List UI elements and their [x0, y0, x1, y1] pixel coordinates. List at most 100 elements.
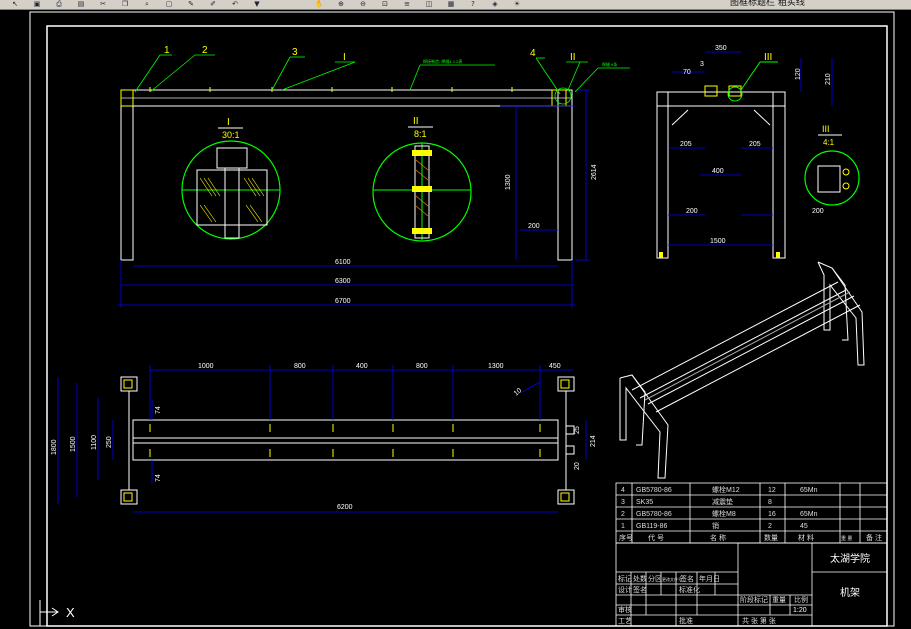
weld-note: 焊接制造, 焊缝4 2-2表	[423, 58, 462, 64]
copy-icon[interactable]: ❐	[118, 0, 132, 8]
drawing-canvas[interactable]: 6100 6300 6700 200 1300 2614 1 2 3 I 4 I…	[0, 10, 911, 629]
dim-400-plan: 400	[356, 363, 368, 370]
dim-800-b: 800	[416, 363, 428, 370]
dim-205-left: 205	[680, 141, 692, 148]
bom-header-no: 序号	[619, 533, 633, 542]
dim-1800: 1800	[51, 439, 58, 455]
dim-800: 800	[294, 363, 306, 370]
zoom-window-icon[interactable]: ⊡	[378, 0, 392, 8]
bom-cell-material: 65Mn	[800, 511, 818, 518]
svg-text:标准化: 标准化	[679, 585, 700, 594]
svg-text:8:1: 8:1	[414, 129, 427, 139]
bom-header-qty: 数量	[764, 533, 778, 542]
lightbulb-icon[interactable]: ☀	[510, 0, 524, 8]
bom-header-material: 材 料	[798, 533, 814, 542]
bom-header-remark: 备 注	[866, 533, 882, 542]
svg-text:阶段标记: 阶段标记	[740, 595, 768, 604]
dim-6300: 6300	[335, 278, 351, 285]
bom-cell-no: 2	[621, 511, 625, 518]
arrow-icon[interactable]: ↖	[8, 0, 22, 8]
svg-text:共 张 第 张: 共 张 第 张	[742, 616, 776, 625]
layer-icon[interactable]: ◫	[422, 0, 436, 8]
zoom-out-icon[interactable]: ⊖	[356, 0, 370, 8]
cut-icon[interactable]: ✂	[96, 0, 110, 8]
dim-205-right: 205	[749, 141, 761, 148]
bom-cell-qty: 12	[768, 487, 776, 494]
svg-text:分区: 分区	[648, 574, 662, 583]
bom-header-weight: 重 量	[841, 535, 852, 542]
svg-text:III: III	[822, 124, 830, 134]
dim-200: 200	[528, 223, 540, 230]
bom-cell-material: 65Mn	[800, 487, 818, 494]
bom-cell-no: 1	[621, 523, 625, 530]
dim-1000: 1000	[198, 363, 214, 370]
bom-cell-code: GB119-86	[636, 523, 667, 530]
svg-text:签名: 签名	[633, 585, 647, 594]
dim-74-top: 74	[155, 406, 162, 414]
dim-1100: 1100	[91, 435, 98, 450]
pan-icon[interactable]: ✋	[312, 0, 326, 8]
svg-text:标记: 标记	[618, 574, 632, 583]
dim-1500-side: 1500	[710, 238, 726, 245]
layers-stack-icon[interactable]: ◈	[488, 0, 502, 8]
help-icon[interactable]: ?	[466, 0, 480, 8]
dim-350: 350	[715, 45, 727, 52]
scale-value: 1:20	[793, 607, 807, 614]
balloon-3: 3	[292, 47, 298, 58]
dim-450: 450	[549, 363, 561, 370]
dim-2614: 2614	[591, 164, 598, 180]
zoom-icon[interactable]: ⌕	[140, 0, 154, 8]
svg-text:4:1: 4:1	[823, 138, 835, 147]
grid-icon[interactable]: ▦	[444, 0, 458, 8]
bom-cell-no: 4	[621, 487, 625, 494]
undo-icon[interactable]: ↶	[228, 0, 242, 8]
balloon-II: II	[570, 52, 576, 63]
bom-cell-qty: 2	[768, 523, 772, 530]
properties-icon[interactable]: ≡	[400, 0, 414, 8]
plot-icon[interactable]: ▤	[74, 0, 88, 8]
balloon-I: I	[343, 52, 346, 63]
dim-74-bottom: 74	[155, 474, 162, 482]
bom-cell-no: 3	[621, 499, 625, 506]
bom-cell-name: 螺栓M8	[712, 509, 736, 518]
pencil-icon[interactable]: ✐	[206, 0, 220, 8]
svg-text:重量: 重量	[772, 596, 786, 604]
save-icon[interactable]: ▣	[30, 0, 44, 8]
down-arrow-icon[interactable]: ▼	[250, 0, 264, 8]
svg-text:III: III	[764, 52, 772, 63]
bom-cell-code: GB5780-86	[636, 511, 672, 518]
bom-cell-code: GB5780-86	[636, 487, 672, 494]
weld-note-2: 焊缝 6条	[602, 61, 617, 67]
dim-6200: 6200	[337, 504, 353, 511]
dim-120: 120	[795, 68, 802, 80]
brush-icon[interactable]: ✎	[184, 0, 198, 8]
bom-cell-name: 螺栓M12	[712, 485, 740, 494]
bom-cell-code: SK35	[636, 499, 653, 506]
zoom-in-icon[interactable]: ⊕	[334, 0, 348, 8]
svg-text:处数: 处数	[633, 574, 647, 583]
window-icon[interactable]: ▢	[162, 0, 176, 8]
svg-text:更改文件号: 更改文件号	[662, 576, 682, 582]
standard-toolbar: ↖ ▣ ⎙ ▤ ✂ ❐ ⌕ ▢ ✎ ✐ ↶ ▼ ✋ ⊕ ⊖ ⊡ ≡ ◫ ▦? ◈ ☀ 图框标题栏 粗实线	[0, 0, 911, 10]
dim-70-top: 70	[683, 69, 691, 76]
print-icon[interactable]: ⎙	[52, 0, 66, 8]
svg-text:批准: 批准	[679, 616, 693, 625]
bom-cell-name: 减震垫	[712, 497, 733, 506]
svg-text:I: I	[227, 117, 230, 128]
svg-text:年月日: 年月日	[699, 574, 720, 583]
svg-text:II: II	[413, 116, 419, 127]
bom-cell-name: 销	[712, 521, 719, 530]
dim-25: 25	[574, 426, 581, 434]
bom-cell-qty: 8	[768, 499, 772, 506]
dim-200-right: 200	[812, 208, 824, 215]
dim-20: 20	[574, 462, 581, 470]
school-name: 太湖学院	[830, 552, 870, 565]
dim-1500-plan: 1500	[70, 436, 77, 452]
bom-cell-qty: 16	[768, 511, 776, 518]
dim-6700: 6700	[335, 298, 351, 305]
dim-6100: 6100	[335, 259, 351, 266]
dim-200-left: 200	[686, 208, 698, 215]
dim-250: 250	[106, 436, 113, 448]
dim-1300-plan: 1300	[488, 363, 504, 370]
layer-name-display[interactable]: 图框标题栏 粗实线	[730, 0, 805, 8]
